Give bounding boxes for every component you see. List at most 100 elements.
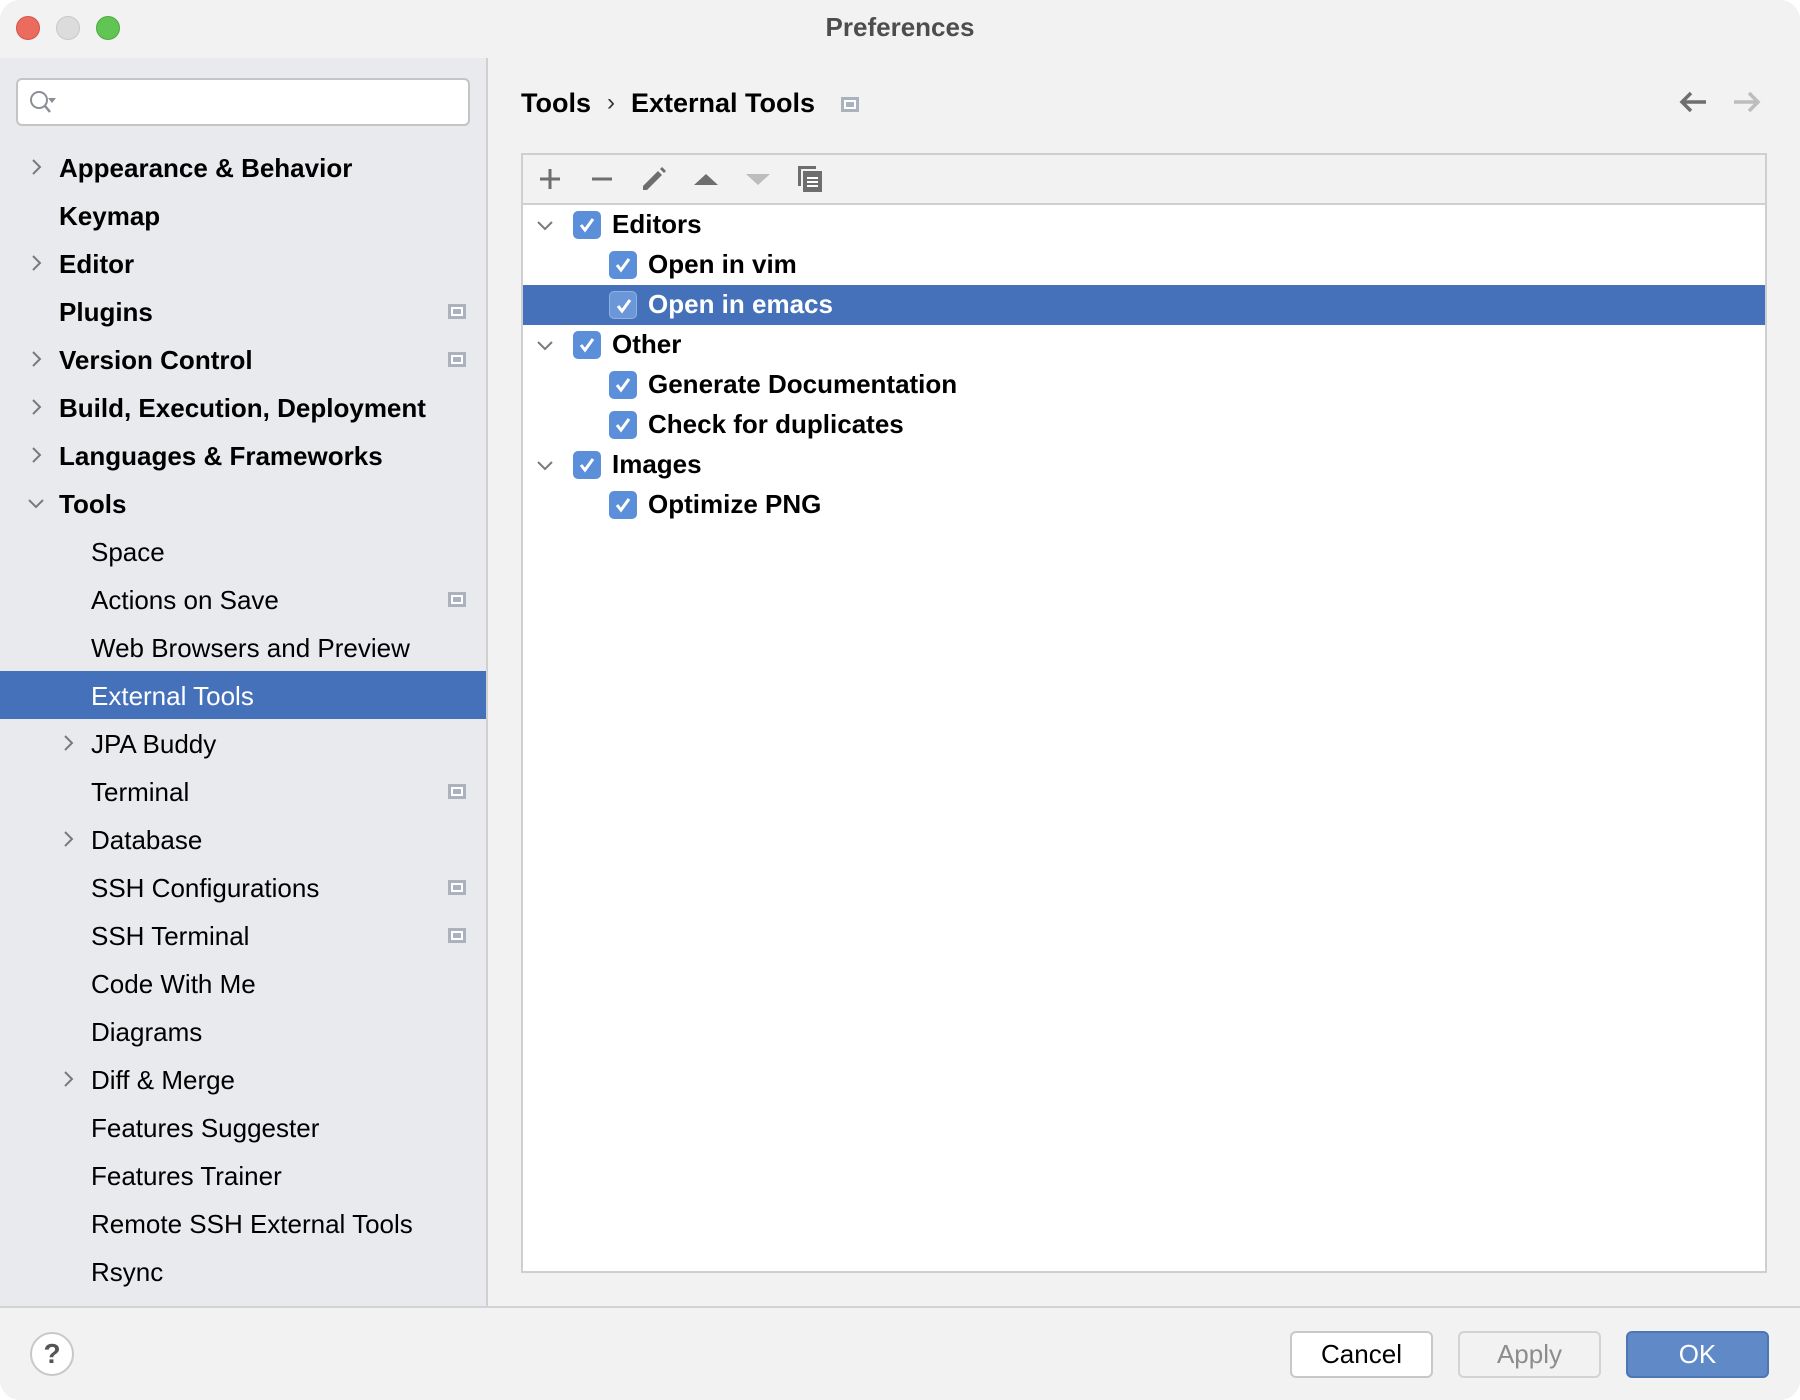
sidebar-item-version-control[interactable]: Version Control (0, 335, 486, 383)
settings-content: Tools › External Tools Editors Open in v… (488, 58, 1800, 1306)
project-level-icon (448, 592, 466, 607)
title-bar: Preferences (0, 0, 1800, 58)
triangle-up-icon (694, 174, 718, 185)
sidebar-item-web-browsers-and-preview[interactable]: Web Browsers and Preview (0, 623, 486, 671)
preferences-window: Preferences Appearance & Behavior Keymap E… (0, 0, 1800, 1400)
settings-sidebar: Appearance & Behavior Keymap Editor Plugins… (0, 58, 488, 1306)
project-level-icon (448, 304, 466, 319)
move-up-button[interactable] (692, 165, 720, 193)
tool-row[interactable]: Check for duplicates (523, 405, 1765, 445)
dialog-footer: ? Cancel Apply OK (0, 1306, 1800, 1400)
tool-label: Check for duplicates (648, 409, 904, 439)
sidebar-item-terminal[interactable]: Terminal (0, 767, 486, 815)
enabled-checkbox[interactable] (609, 251, 637, 279)
sidebar-item-space[interactable]: Space (0, 527, 486, 575)
tool-label: Optimize PNG (648, 489, 822, 519)
enabled-checkbox[interactable] (609, 411, 637, 439)
enabled-checkbox[interactable] (609, 491, 637, 519)
sidebar-item-plugins[interactable]: Plugins (0, 287, 486, 335)
enabled-checkbox[interactable] (609, 291, 637, 319)
sidebar-item-label: Actions on Save (91, 585, 279, 615)
plus-icon (540, 169, 560, 189)
enabled-checkbox[interactable] (573, 331, 601, 359)
chevron-down-icon[interactable] (535, 335, 555, 355)
sidebar-item-diagrams[interactable]: Diagrams (0, 1007, 486, 1055)
chevron-right-icon[interactable] (26, 157, 46, 177)
enabled-checkbox[interactable] (573, 211, 601, 239)
sidebar-item-label: External Tools (91, 681, 254, 711)
chevron-right-icon[interactable] (26, 349, 46, 369)
chevron-right-icon[interactable] (58, 1069, 78, 1089)
pencil-icon (643, 167, 666, 190)
breadcrumb-parent[interactable]: Tools (521, 88, 591, 119)
tool-group-row[interactable]: Images (523, 445, 1765, 485)
sidebar-item-build-execution-deployment[interactable]: Build, Execution, Deployment (0, 383, 486, 431)
chevron-right-icon[interactable] (26, 445, 46, 465)
sidebar-item-ssh-configurations[interactable]: SSH Configurations (0, 863, 486, 911)
sidebar-item-languages-frameworks[interactable]: Languages & Frameworks (0, 431, 486, 479)
move-down-button[interactable] (744, 165, 772, 193)
chevron-right-icon[interactable] (26, 397, 46, 417)
sidebar-item-external-tools[interactable]: External Tools (0, 671, 486, 719)
tool-group-row[interactable]: Other (523, 325, 1765, 365)
chevron-down-icon[interactable] (26, 493, 46, 513)
settings-search-field[interactable] (16, 78, 470, 126)
tool-row[interactable]: Open in emacs (523, 285, 1765, 325)
project-level-icon (448, 784, 466, 799)
sidebar-item-features-suggester[interactable]: Features Suggester (0, 1103, 486, 1151)
sidebar-item-diff-merge[interactable]: Diff & Merge (0, 1055, 486, 1103)
forward-arrow-icon[interactable] (1732, 88, 1762, 116)
search-input[interactable] (66, 84, 460, 122)
minus-icon (592, 177, 612, 181)
sidebar-item-label: Tools (59, 489, 127, 519)
chevron-down-icon[interactable] (535, 215, 555, 235)
chevron-down-icon[interactable] (535, 455, 555, 475)
sidebar-item-label: Languages & Frameworks (59, 441, 383, 471)
project-level-icon (448, 928, 466, 943)
tool-row[interactable]: Open in vim (523, 245, 1765, 285)
sidebar-item-label: Plugins (59, 297, 153, 327)
sidebar-item-remote-ssh-external-tools[interactable]: Remote SSH External Tools (0, 1199, 486, 1247)
external-tools-tree: Editors Open in vim Open in emacs Other Gene… (523, 205, 1765, 525)
sidebar-item-code-with-me[interactable]: Code With Me (0, 959, 486, 1007)
tool-row[interactable]: Optimize PNG (523, 485, 1765, 525)
sidebar-item-label: Web Browsers and Preview (91, 633, 410, 663)
chevron-right-icon[interactable] (26, 253, 46, 273)
sidebar-item-label: Build, Execution, Deployment (59, 393, 426, 423)
enabled-checkbox[interactable] (573, 451, 601, 479)
chevron-right-icon[interactable] (58, 829, 78, 849)
back-arrow-icon[interactable] (1678, 88, 1708, 116)
settings-nav-tree: Appearance & Behavior Keymap Editor Plugins… (0, 143, 486, 1295)
breadcrumb-separator: › (607, 89, 615, 116)
tool-row[interactable]: Generate Documentation (523, 365, 1765, 405)
search-icon[interactable] (28, 89, 58, 117)
enabled-checkbox[interactable] (609, 371, 637, 399)
help-button[interactable]: ? (30, 1332, 74, 1376)
sidebar-item-jpa-buddy[interactable]: JPA Buddy (0, 719, 486, 767)
triangle-down-icon (746, 174, 770, 185)
chevron-right-icon[interactable] (58, 733, 78, 753)
sidebar-item-features-trainer[interactable]: Features Trainer (0, 1151, 486, 1199)
sidebar-item-keymap[interactable]: Keymap (0, 191, 486, 239)
sidebar-item-appearance-behavior[interactable]: Appearance & Behavior (0, 143, 486, 191)
sidebar-item-label: Space (91, 537, 165, 567)
sidebar-item-label: Terminal (91, 777, 190, 807)
tools-toolbar (523, 155, 1765, 205)
sidebar-item-label: Features Suggester (91, 1113, 320, 1143)
copy-tool-button[interactable] (796, 165, 824, 193)
sidebar-item-rsync[interactable]: Rsync (0, 1247, 486, 1295)
sidebar-item-editor[interactable]: Editor (0, 239, 486, 287)
sidebar-item-database[interactable]: Database (0, 815, 486, 863)
edit-tool-button[interactable] (640, 165, 668, 193)
sidebar-item-label: Diff & Merge (91, 1065, 236, 1095)
cancel-button[interactable]: Cancel (1290, 1331, 1433, 1378)
sidebar-item-tools[interactable]: Tools (0, 479, 486, 527)
tool-group-row[interactable]: Editors (523, 205, 1765, 245)
add-tool-button[interactable] (536, 165, 564, 193)
apply-button[interactable]: Apply (1458, 1331, 1601, 1378)
sidebar-item-actions-on-save[interactable]: Actions on Save (0, 575, 486, 623)
ok-button[interactable]: OK (1626, 1331, 1769, 1378)
sidebar-item-ssh-terminal[interactable]: SSH Terminal (0, 911, 486, 959)
sidebar-item-label: Features Trainer (91, 1161, 282, 1191)
remove-tool-button[interactable] (588, 165, 616, 193)
